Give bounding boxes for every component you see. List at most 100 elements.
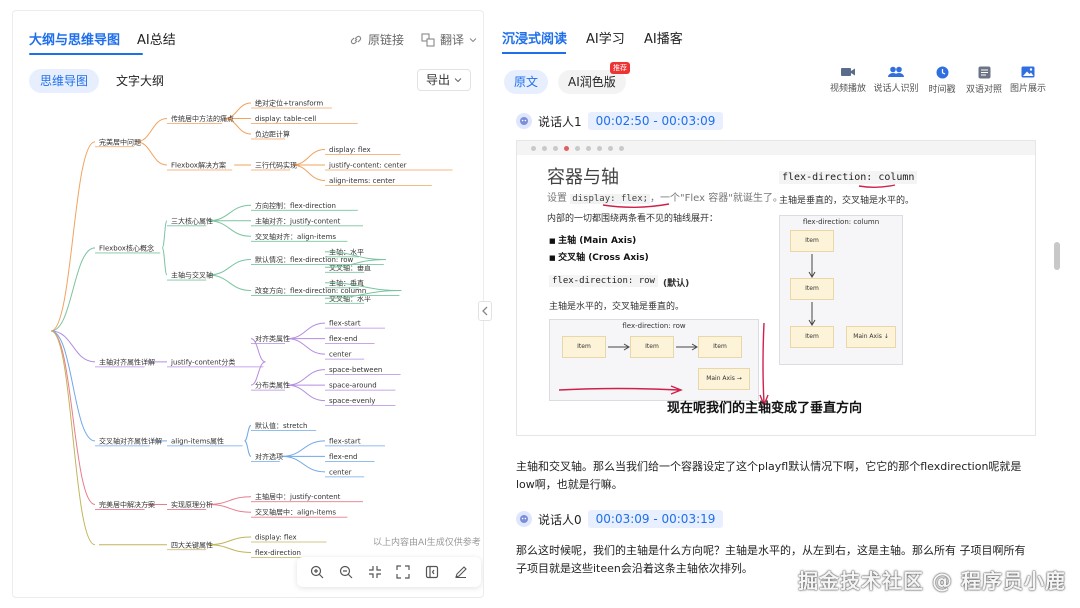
- row-arrow-annotation: [558, 385, 683, 395]
- slide-caption: 现在呢我们的主轴变成了垂直方向: [667, 401, 863, 416]
- sidebar-toggle-button[interactable]: [422, 562, 442, 582]
- segment-timestamp[interactable]: 00:02:50 - 00:03:09: [587, 112, 724, 130]
- tab-original[interactable]: 原文: [504, 70, 549, 94]
- tab-ai-learning[interactable]: AI学习: [586, 28, 625, 47]
- mindmap-node[interactable]: 交叉轴对齐：align-items: [255, 232, 336, 241]
- scrollbar-thumb[interactable]: [1054, 242, 1060, 270]
- zoom-in-button[interactable]: [307, 562, 327, 582]
- speaker-avatar: [516, 511, 532, 527]
- underline-annotation: [858, 184, 896, 188]
- video-icon: [841, 68, 855, 76]
- mindmap-node[interactable]: space-around: [329, 382, 377, 390]
- mindmap-node[interactable]: 四大关键属性: [171, 540, 213, 549]
- mindmap-node[interactable]: display: table-cell: [255, 115, 316, 123]
- mindmap-canvas[interactable]: 绝对定位+transform display: table-cell 负边距计算 传统…: [13, 11, 484, 598]
- mindmap-node[interactable]: 实现原理分析: [171, 500, 213, 509]
- mindmap-node[interactable]: 交叉轴居中：align-items: [255, 508, 336, 517]
- collapse-all-button[interactable]: [365, 562, 385, 582]
- mindmap-node[interactable]: justify-content分类: [170, 357, 235, 366]
- mindmap-node[interactable]: flex-direction: [255, 549, 301, 557]
- mindmap-node[interactable]: 三行代码实现: [255, 161, 297, 170]
- mindmap-node[interactable]: 负边距计算: [255, 130, 290, 139]
- scrollbar[interactable]: [1054, 114, 1060, 598]
- mindmap-node[interactable]: flex-end: [329, 453, 357, 461]
- column-axis-note: 主轴是垂直的，交叉轴是水平的。: [779, 196, 915, 206]
- zoom-in-icon: [311, 565, 324, 579]
- users-icon: [888, 66, 904, 77]
- zoom-out-button[interactable]: [336, 562, 356, 582]
- edit-button[interactable]: [451, 562, 471, 582]
- chevron-left-icon: [482, 306, 488, 316]
- recommended-badge: 推荐: [610, 62, 630, 74]
- code-row-default: (默认): [663, 279, 690, 289]
- mindmap-toolbar: [297, 557, 481, 587]
- slide-toolbar: [517, 141, 1035, 155]
- mindmap-node[interactable]: 改变方向：flex-direction: column: [255, 286, 366, 295]
- mindmap-node[interactable]: 主轴与交叉轴: [171, 271, 213, 280]
- mindmap-node[interactable]: 完美居中问题: [99, 137, 141, 146]
- mindmap-node[interactable]: 交叉轴对齐属性详解: [99, 436, 162, 445]
- underline-annotation: [602, 203, 670, 208]
- mindmap-node[interactable]: flex-end: [329, 335, 357, 343]
- mindmap-node[interactable]: 对齐选项: [255, 452, 283, 461]
- bot-icon: [520, 117, 528, 125]
- mindmap-node[interactable]: 主轴居中：justify-content: [255, 492, 341, 501]
- bilingual-label: 双语对照: [965, 85, 1002, 95]
- mindmap-node[interactable]: 完美居中解决方案: [99, 500, 155, 509]
- mindmap-node[interactable]: center: [329, 468, 352, 476]
- mindmap-node[interactable]: 三大核心属性: [171, 216, 213, 225]
- mindmap-node[interactable]: center: [329, 351, 352, 359]
- watermark: 掘金技术社区 @ 程序员小鹿: [798, 569, 1066, 593]
- code-flex-row: flex-direction: row: [549, 275, 658, 287]
- clock-icon: [936, 66, 948, 79]
- mindmap-node[interactable]: align-items: center: [329, 177, 395, 185]
- mindmap-node[interactable]: 方向控制：flex-direction: [255, 201, 336, 210]
- mindmap-node[interactable]: 默认值：stretch: [255, 421, 307, 430]
- timestamp-label: 时间戳: [928, 85, 956, 95]
- slide-body-text: 内部的一切都围绕两条看不见的轴线展开：: [547, 214, 719, 224]
- mindmap-node[interactable]: space-evenly: [329, 397, 375, 405]
- expand-icon: [396, 565, 410, 579]
- mindmap-node[interactable]: 传统居中方法的痛点: [171, 114, 234, 123]
- mindmap-node[interactable]: Flexbox核心概念: [99, 243, 154, 252]
- mindmap-node[interactable]: 绝对定位+transform: [255, 99, 323, 108]
- speaker-name: 说话人1: [538, 114, 582, 129]
- mindmap-node[interactable]: flex-start: [329, 320, 361, 328]
- speaker-name: 说话人0: [538, 512, 582, 527]
- mindmap-node[interactable]: 主轴对齐：justify-content: [255, 216, 341, 225]
- segment-timestamp[interactable]: 00:03:09 - 00:03:19: [587, 510, 724, 528]
- slide-bullets: 主轴 (Main Axis) 交叉轴 (Cross Axis): [549, 233, 649, 267]
- video-play-label: 视频播放: [829, 84, 866, 94]
- mindmap-node[interactable]: 默认情况：flex-direction: row: [255, 255, 354, 264]
- fit-view-button[interactable]: [393, 562, 413, 582]
- ai-generated-disclaimer: 以上内容由AI生成仅供参考: [373, 538, 481, 548]
- collapse-icon: [368, 566, 381, 578]
- column-diagram: flex-direction: column Item Item Item Ma…: [779, 215, 903, 365]
- speaker-row-2: 说话人0 00:03:09 - 00:03:19: [516, 510, 724, 528]
- active-tab-underline: [502, 52, 566, 54]
- mindmap-node[interactable]: space-between: [329, 366, 382, 374]
- mindmap-node[interactable]: justify-content: center: [328, 162, 407, 170]
- panel-collapse-handle[interactable]: [478, 301, 492, 321]
- tab-immersive-reading[interactable]: 沉浸式阅读: [502, 28, 567, 47]
- mindmap-node[interactable]: 对齐类属性: [255, 334, 290, 343]
- reading-panel: 沉浸式阅读 AI学习 AI播客 原文 AI润色版 推荐 视频播放 说话人识别 时…: [488, 10, 1070, 598]
- mindmap-panel: 大纲与思维导图 AI总结 原链接 翻译 思维导图 文字大纲 导出 绝对定位+tr…: [12, 10, 484, 598]
- transcript-paragraph-1: 主轴和交叉轴。那么当我们给一个容器设定了这个playfl默认情况下啊，它它的那个…: [516, 460, 1022, 491]
- mindmap-node[interactable]: 主轴对齐属性详解: [99, 357, 155, 366]
- zoom-out-icon: [339, 565, 353, 579]
- mindmap-node[interactable]: flex-start: [329, 437, 361, 445]
- slide-title: 容器与轴: [547, 167, 619, 188]
- image-icon: [1021, 66, 1035, 78]
- mindmap-node[interactable]: display: flex: [329, 146, 371, 154]
- speaker-avatar: [516, 113, 532, 129]
- pencil-icon: [454, 566, 467, 579]
- tab-ai-podcast[interactable]: AI播客: [644, 28, 683, 47]
- slide-screenshot: 容器与轴 设置 display: flex; ，一个"Flex 容器"就诞生了。 …: [516, 140, 1036, 436]
- mindmap-node[interactable]: display: flex: [255, 534, 297, 542]
- mindmap-node[interactable]: Flexbox解决方案: [171, 161, 226, 170]
- mindmap-node[interactable]: align-items属性: [171, 436, 224, 445]
- mindmap-node[interactable]: 分布类属性: [255, 381, 290, 390]
- image-display-tool[interactable]: 图片展示: [998, 66, 1058, 94]
- bilingual-icon: [978, 66, 990, 79]
